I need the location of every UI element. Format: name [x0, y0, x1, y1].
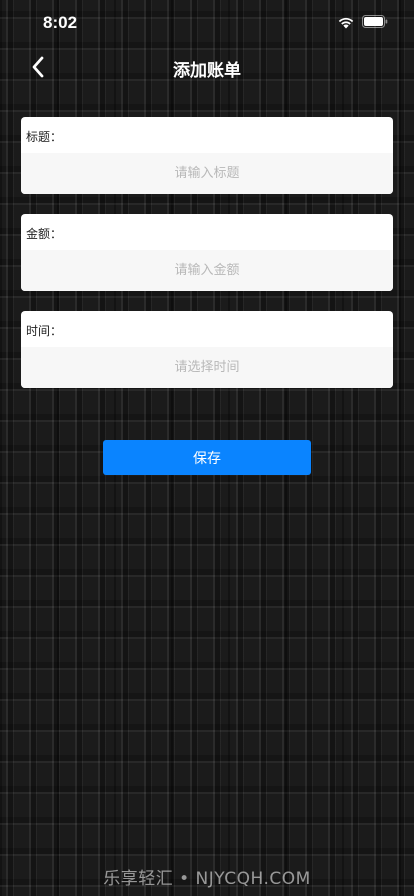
save-button[interactable]: 保存: [103, 440, 311, 475]
page-title: 添加账单: [173, 61, 241, 81]
watermark: 乐享轻汇 • NJYCQH.COM: [103, 869, 311, 889]
battery-icon: [362, 15, 388, 28]
amount-card: 金额：: [21, 214, 393, 291]
amount-input[interactable]: [21, 250, 393, 291]
time-card: 时间：: [21, 311, 393, 388]
nav-bar: 添加账单: [0, 44, 414, 90]
title-label: 标题：: [26, 130, 63, 144]
title-card: 标题：: [21, 117, 393, 194]
title-input[interactable]: [21, 153, 393, 194]
time-picker-input[interactable]: [21, 347, 393, 388]
wifi-icon: [338, 17, 354, 29]
status-bar: 8:02: [0, 0, 414, 44]
time-label: 时间：: [26, 324, 63, 338]
amount-label: 金额：: [26, 227, 63, 241]
status-time: 8:02: [43, 13, 78, 32]
